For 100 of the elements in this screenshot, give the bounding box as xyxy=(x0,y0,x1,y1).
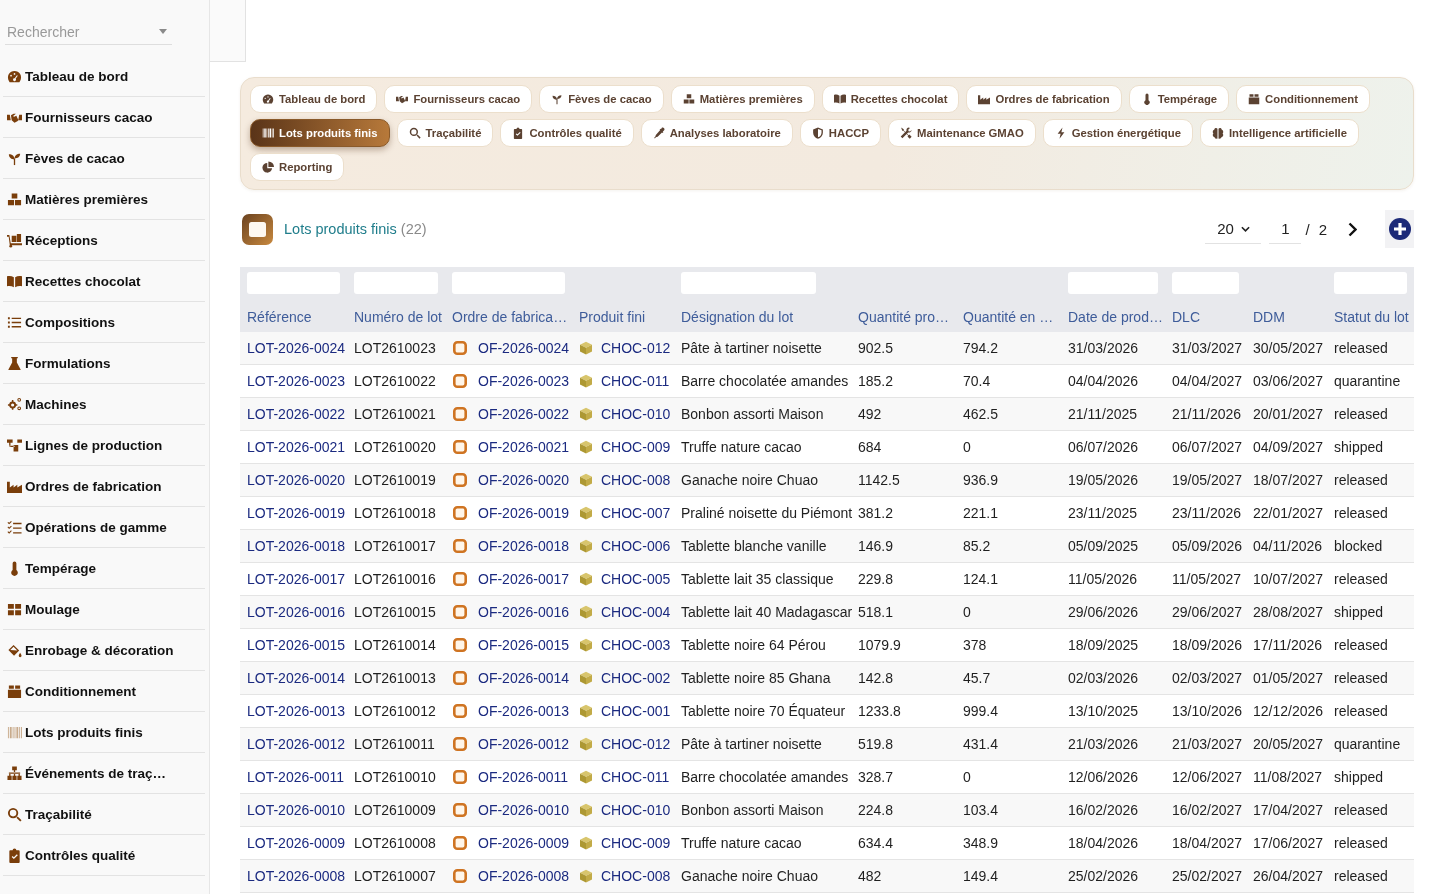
table-cell: LOT2610018 xyxy=(347,496,445,530)
sidebar-item[interactable]: Fournisseurs cacao xyxy=(3,97,205,138)
flowchart-icon xyxy=(7,437,22,453)
table-cell: Tablette noire 85 Ghana xyxy=(674,661,851,695)
table-link[interactable]: CHOC-005 xyxy=(601,571,671,587)
table-link[interactable]: LOT-2026-0023 xyxy=(247,373,346,389)
table-link[interactable]: LOT-2026-0015 xyxy=(247,637,346,653)
sidebar-item[interactable]: Événements de traç… xyxy=(3,753,205,794)
sidebar-item[interactable]: Ordres de fabrication xyxy=(3,466,205,507)
table-cell: 16/02/2026 xyxy=(1061,793,1165,827)
module-tab[interactable]: Maintenance GMAO xyxy=(888,119,1036,147)
module-tab[interactable]: HACCP xyxy=(799,119,881,147)
sidebar-item[interactable]: Tempérage xyxy=(3,548,205,589)
sidebar-item[interactable]: Traçabilité xyxy=(3,794,205,835)
module-tab[interactable]: Conditionnement xyxy=(1236,85,1370,113)
table-cell: Tablette lait 35 classique xyxy=(674,562,851,596)
page-size-select[interactable]: 20 xyxy=(1205,214,1262,244)
sidebar-item[interactable]: Lots produits finis xyxy=(3,712,205,753)
table-cell: LOT2610009 xyxy=(347,793,445,827)
table-cell: 11/08/2027 xyxy=(1246,760,1327,794)
module-tab[interactable]: Tempérage xyxy=(1128,85,1230,113)
module-tab[interactable]: Gestion énergétique xyxy=(1042,119,1193,147)
sidebar-item[interactable]: Compositions xyxy=(3,302,205,343)
module-tab[interactable]: Contrôles qualité xyxy=(500,119,634,147)
chevron-down-icon xyxy=(1240,225,1250,232)
sidebar-item[interactable]: Lignes de production xyxy=(3,425,205,466)
sidebar-item[interactable]: Recettes chocolat xyxy=(3,261,205,302)
cube-icon xyxy=(579,374,593,388)
next-page-button[interactable] xyxy=(1348,221,1357,237)
column-header[interactable]: Produit fini xyxy=(579,309,646,325)
table-link[interactable]: CHOC-009 xyxy=(601,835,671,851)
sidebar-item[interactable]: Conditionnement xyxy=(3,671,205,712)
table-cell: 21/03/2026 xyxy=(1061,727,1165,761)
module-tab[interactable]: Ordres de fabrication xyxy=(966,85,1122,113)
table-link[interactable]: OF-2026-0021 xyxy=(478,439,570,455)
table-cell: 221.1 xyxy=(956,496,1061,530)
barcode-icon xyxy=(262,127,274,139)
table-link[interactable]: CHOC-003 xyxy=(601,637,671,653)
sidebar-item[interactable]: Tableau de bord xyxy=(3,56,205,97)
caret-down-icon[interactable] xyxy=(159,29,167,34)
module-tab[interactable]: Fournisseurs cacao xyxy=(384,85,533,113)
table-link[interactable]: OF-2026-0017 xyxy=(478,571,570,587)
table-link[interactable]: CHOC-007 xyxy=(601,505,671,521)
table-link[interactable]: LOT-2026-0019 xyxy=(247,505,346,521)
module-tab[interactable]: Traçabilité xyxy=(396,119,494,147)
table-link[interactable]: LOT-2026-0013 xyxy=(247,703,346,719)
sidebar-item[interactable]: Réceptions xyxy=(3,220,205,261)
table-cell: released xyxy=(1327,826,1414,860)
sidebar-item[interactable]: Opérations de gamme xyxy=(3,507,205,548)
table-link[interactable]: CHOC-001 xyxy=(601,703,671,719)
table-link[interactable]: LOT-2026-0009 xyxy=(247,835,346,851)
module-tab[interactable]: Fèves de cacao xyxy=(539,85,664,113)
table-cell: 29/06/2027 xyxy=(1165,595,1246,629)
table-link[interactable]: CHOC-011 xyxy=(601,373,670,389)
sidebar-item[interactable]: Machines xyxy=(3,384,205,425)
table-cell: 142.8 xyxy=(851,661,956,695)
search-field[interactable]: Rechercher xyxy=(5,19,159,44)
module-tab[interactable]: Intelligence artificielle xyxy=(1199,119,1359,147)
table-link[interactable]: OF-2026-0009 xyxy=(478,835,570,851)
page-separator: / xyxy=(1305,220,1310,238)
page-input[interactable]: 1 xyxy=(1269,214,1302,244)
module-tab[interactable]: Recettes chocolat xyxy=(821,85,960,113)
table-cell: 85.2 xyxy=(956,529,1061,563)
column-header[interactable]: Référence xyxy=(247,309,312,325)
module-tab[interactable]: Reporting xyxy=(250,153,345,181)
module-tab[interactable]: Lots produits finis xyxy=(250,119,390,147)
table-link[interactable]: LOT-2026-0011 xyxy=(247,769,345,785)
table-cell: Tablette lait 40 Madagascar xyxy=(674,595,851,629)
sidebar-item[interactable]: Enrobage & décoration xyxy=(3,630,205,671)
table-link[interactable]: OF-2026-0013 xyxy=(478,703,570,719)
table-cell: Bonbon assorti Maison xyxy=(674,397,851,431)
table-cell: Ganache noire Chuao xyxy=(674,463,851,497)
table-cell: 381.2 xyxy=(851,496,956,530)
module-tab[interactable]: Matières premières xyxy=(670,85,815,113)
table-cell: Tablette noire 64 Pérou xyxy=(674,628,851,662)
table-cell: 06/07/2027 xyxy=(1165,430,1246,464)
table-link[interactable]: OF-2026-0011 xyxy=(478,769,568,785)
column-header[interactable]: Désignation du lot xyxy=(681,309,794,325)
table-link[interactable]: CHOC-009 xyxy=(601,439,671,455)
table-link[interactable]: LOT-2026-0017 xyxy=(247,571,346,587)
column-header[interactable]: DLC xyxy=(1172,309,1200,325)
rounded-square-icon xyxy=(453,341,467,355)
sprout-icon xyxy=(551,93,564,105)
column-header[interactable]: DDM xyxy=(1253,309,1285,325)
sidebar-item[interactable]: Fèves de cacao xyxy=(3,138,205,179)
module-tab[interactable]: Tableau de bord xyxy=(250,85,378,113)
table-cell: LOT2610010 xyxy=(347,760,445,794)
table-cell: 23/11/2026 xyxy=(1165,496,1246,530)
sidebar-item[interactable]: Moulage xyxy=(3,589,205,630)
table-link[interactable]: CHOC-011 xyxy=(601,769,670,785)
add-button[interactable] xyxy=(1385,210,1414,248)
table-cell: 431.4 xyxy=(956,727,1061,761)
table-link[interactable]: OF-2026-0019 xyxy=(478,505,570,521)
table-link[interactable]: OF-2026-0023 xyxy=(478,373,570,389)
table-link[interactable]: LOT-2026-0021 xyxy=(247,439,346,455)
module-tab[interactable]: Analyses laboratoire xyxy=(640,119,793,147)
table-link[interactable]: OF-2026-0015 xyxy=(478,637,570,653)
sidebar-item[interactable]: Formulations xyxy=(3,343,205,384)
sidebar-item[interactable]: Matières premières xyxy=(3,179,205,220)
sidebar-item[interactable]: Contrôles qualité xyxy=(3,835,205,876)
